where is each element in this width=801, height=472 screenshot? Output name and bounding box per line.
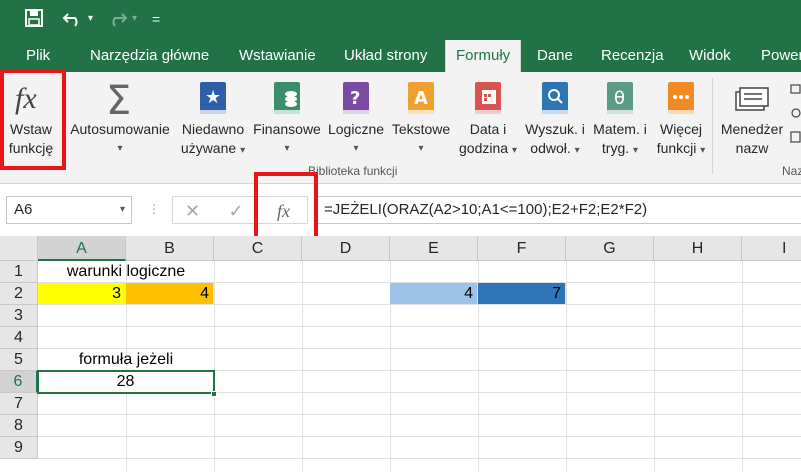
math-dropdown-icon: ▾ xyxy=(633,145,639,156)
tab-formulas[interactable]: Formuły xyxy=(445,40,522,72)
formula-input[interactable]: =JEŻELI(ORAZ(A2>10;A1<=100);E2+F2;E2*F2) xyxy=(316,196,801,224)
star-book-icon: ★ xyxy=(197,78,229,123)
splitter-handle[interactable]: ⋮ xyxy=(148,202,160,216)
svg-text:?: ? xyxy=(350,88,360,109)
financial-dropdown-icon: ▾ xyxy=(284,143,290,154)
svg-text:Σ: Σ xyxy=(106,78,131,118)
question-book-icon: ? xyxy=(340,78,372,123)
calendar-book-icon xyxy=(472,78,504,123)
undo-icon[interactable] xyxy=(62,8,84,34)
enter-icon[interactable]: ✓ xyxy=(212,196,260,224)
text-book-icon: A xyxy=(405,78,437,123)
datetime-dropdown-icon: ▾ xyxy=(511,145,517,156)
magnifier-book-icon xyxy=(539,78,571,123)
tab-power[interactable]: Power xyxy=(761,40,801,72)
name-manager-icon xyxy=(732,78,772,123)
date-time-button[interactable]: Data i godzina ▾ xyxy=(454,72,522,172)
tab-home[interactable]: Narzędzia główne xyxy=(90,40,209,72)
text-dropdown-icon: ▾ xyxy=(418,143,424,154)
row-header-5[interactable]: 5 xyxy=(0,349,38,371)
tab-view[interactable]: Widok xyxy=(689,40,731,72)
save-icon[interactable] xyxy=(24,8,44,34)
autosum-button[interactable]: Σ Autosumowanie ▾ xyxy=(66,72,174,172)
theta-book-icon: θ xyxy=(604,78,636,123)
cancel-icon[interactable]: ✕ xyxy=(172,196,212,224)
financial-button[interactable]: Finansowe ▾ xyxy=(250,72,324,172)
column-header-i[interactable]: I xyxy=(742,236,801,261)
row-header-3[interactable]: 3 xyxy=(0,305,38,327)
function-library-label: Biblioteka funkcji xyxy=(308,164,398,178)
svg-text:A: A xyxy=(414,88,428,109)
cell-e2[interactable]: 4 xyxy=(390,283,478,305)
use-in-formula-icon[interactable] xyxy=(790,106,801,124)
row-header-8[interactable]: 8 xyxy=(0,415,38,437)
cell-a5[interactable]: formuła jeżeli xyxy=(38,349,214,371)
svg-text:★: ★ xyxy=(205,87,221,108)
undo-dropdown-icon[interactable]: ▾ xyxy=(88,8,93,30)
customize-toolbar-icon[interactable]: = xyxy=(152,8,160,30)
column-header-b[interactable]: B xyxy=(126,236,214,261)
name-manager-button[interactable]: Menedżer nazw xyxy=(716,72,788,172)
column-header-e[interactable]: E xyxy=(390,236,478,261)
redo-dropdown-icon[interactable]: ▾ xyxy=(132,8,137,30)
ribbon-tabs: Plik Narzędzia główne Wstawianie Układ s… xyxy=(0,40,801,72)
define-name-icon[interactable] xyxy=(790,82,801,100)
selection-border xyxy=(37,370,215,394)
create-from-selection-icon[interactable] xyxy=(790,130,801,148)
lookup-reference-button[interactable]: Wyszuk. i odwoł. ▾ xyxy=(522,72,588,172)
row-header-1[interactable]: 1 xyxy=(0,261,38,283)
redo-icon[interactable] xyxy=(106,8,128,34)
quick-access-toolbar: ▾ ▾ = xyxy=(0,0,801,40)
highlight-insert-function xyxy=(0,69,66,170)
math-trig-button[interactable]: θ Matem. i tryg. ▾ xyxy=(588,72,652,172)
more-dropdown-icon: ▾ xyxy=(700,145,706,156)
cell-a1[interactable]: warunki logiczne xyxy=(38,261,214,283)
name-box[interactable]: A6 ▾ xyxy=(6,196,132,224)
more-book-icon xyxy=(665,78,697,123)
tab-file[interactable]: Plik xyxy=(26,40,50,72)
lookup-dropdown-icon: ▾ xyxy=(574,145,580,156)
defined-names-label: Naz xyxy=(782,164,801,178)
fill-handle[interactable] xyxy=(211,391,217,397)
highlight-formula-fx xyxy=(254,172,318,240)
column-header-f[interactable]: F xyxy=(478,236,566,261)
select-all-corner[interactable] xyxy=(0,236,38,261)
formula-bar: A6 ▾ ⋮ ✕ ✓ fx =JEŻELI(ORAZ(A2>10;A1<=100… xyxy=(0,172,801,240)
row-header-9[interactable]: 9 xyxy=(0,437,38,459)
cell-f2[interactable]: 7 xyxy=(478,283,566,305)
ribbon-formulas: fx Wstaw funkcję Σ Autosumowanie ▾ ★ Nieda… xyxy=(0,69,801,184)
column-header-g[interactable]: G xyxy=(566,236,654,261)
tab-data[interactable]: Dane xyxy=(537,40,573,72)
tab-page-layout[interactable]: Układ strony xyxy=(344,40,427,72)
more-functions-button[interactable]: Więcej funkcji ▾ xyxy=(652,72,710,172)
sigma-icon: Σ xyxy=(100,78,140,124)
cell-a2[interactable]: 3 xyxy=(38,283,126,305)
row-header-7[interactable]: 7 xyxy=(0,393,38,415)
row-header-4[interactable]: 4 xyxy=(0,327,38,349)
tab-insert[interactable]: Wstawianie xyxy=(239,40,316,72)
column-header-d[interactable]: D xyxy=(302,236,390,261)
row-header-2[interactable]: 2 xyxy=(0,283,38,305)
text-button[interactable]: A Tekstowe ▾ xyxy=(388,72,454,172)
autosum-dropdown-icon: ▾ xyxy=(117,143,123,154)
recently-used-button[interactable]: ★ Niedawno używane ▾ xyxy=(176,72,250,172)
logical-dropdown-icon: ▾ xyxy=(353,143,359,154)
coins-book-icon xyxy=(271,78,303,123)
column-header-a[interactable]: A xyxy=(38,236,126,261)
tab-review[interactable]: Recenzja xyxy=(601,40,664,72)
column-header-h[interactable]: H xyxy=(654,236,742,261)
row-header-6[interactable]: 6 xyxy=(0,371,38,393)
name-box-dropdown-icon[interactable]: ▾ xyxy=(120,197,125,223)
svg-text:θ: θ xyxy=(614,88,625,109)
worksheet-grid: A B C D E F G H I 1 2 3 4 5 6 7 8 9 waru… xyxy=(0,236,801,472)
logical-button[interactable]: ? Logiczne ▾ xyxy=(324,72,388,172)
cell-b2[interactable]: 4 xyxy=(126,283,214,305)
group-separator xyxy=(712,78,713,174)
column-header-c[interactable]: C xyxy=(214,236,302,261)
recent-dropdown-icon: ▾ xyxy=(240,145,246,156)
